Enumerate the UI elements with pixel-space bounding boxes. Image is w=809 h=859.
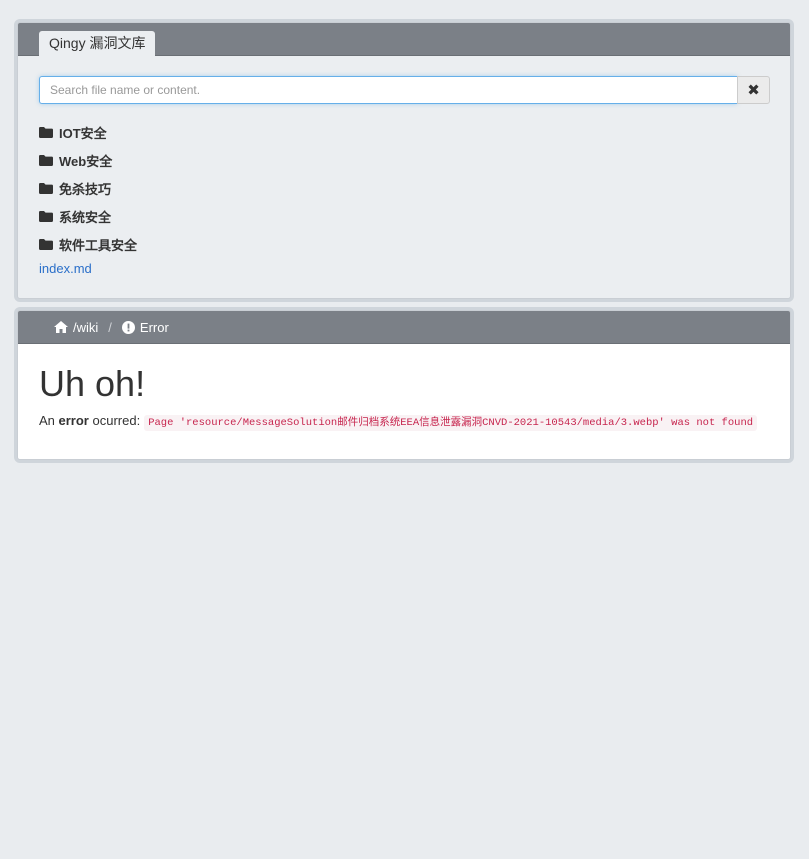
folder-item-system[interactable]: 系统安全 <box>39 202 137 230</box>
error-prefix: An <box>39 413 59 428</box>
breadcrumb-current: Error <box>121 319 169 335</box>
folder-item-evasion[interactable]: 免杀技巧 <box>39 174 137 202</box>
folder-label: IOT安全 <box>59 125 107 141</box>
folder-item-software[interactable]: 软件工具安全 <box>39 230 137 258</box>
folder-icon <box>39 238 53 250</box>
folder-label: Web安全 <box>59 153 113 169</box>
breadcrumb-home[interactable]: /wiki <box>54 320 98 335</box>
breadcrumb-current-label: Error <box>139 319 169 335</box>
clear-search-button[interactable]: ✖ <box>737 76 770 104</box>
folder-label: 软件工具安全 <box>59 237 138 253</box>
breadcrumb-home-label: /wiki <box>73 319 99 335</box>
folder-icon <box>39 210 53 222</box>
content-panel: /wiki / Error Uh oh! An error ocurred: Pa… <box>17 310 791 460</box>
sidebar-panel: Qingy 漏洞文库 ✖ IOT安全 Web安全 免杀技巧 系统安全 软件工具安… <box>17 22 791 299</box>
exclamation-circle-icon <box>121 320 135 334</box>
breadcrumb: /wiki / Error <box>18 311 790 344</box>
folder-item-iot[interactable]: IOT安全 <box>39 118 137 146</box>
brand-tab[interactable]: Qingy 漏洞文库 <box>39 31 156 56</box>
error-message: An error ocurred: Page 'resource/MessageS… <box>39 413 758 431</box>
folder-label: 免杀技巧 <box>59 181 112 197</box>
folder-icon <box>39 182 53 194</box>
folder-icon <box>39 154 53 166</box>
times-icon: ✖ <box>747 82 760 99</box>
folder-item-web[interactable]: Web安全 <box>39 146 137 174</box>
error-suffix: ocurred: <box>88 413 141 428</box>
file-link-index[interactable]: index.md <box>39 261 92 276</box>
folder-icon <box>39 126 53 138</box>
folder-list: IOT安全 Web安全 免杀技巧 系统安全 软件工具安全 <box>39 118 137 258</box>
home-icon <box>54 321 68 333</box>
search-input[interactable] <box>39 76 737 104</box>
error-strong: error <box>58 413 89 428</box>
folder-label: 系统安全 <box>59 209 112 225</box>
error-code: Page 'resource/MessageSolution邮件归档系统EEA信… <box>144 415 758 431</box>
search-bar: ✖ <box>39 76 770 104</box>
breadcrumb-separator: / <box>108 319 112 335</box>
sidebar-header: Qingy 漏洞文库 <box>18 23 790 56</box>
error-heading: Uh oh! <box>39 363 146 404</box>
